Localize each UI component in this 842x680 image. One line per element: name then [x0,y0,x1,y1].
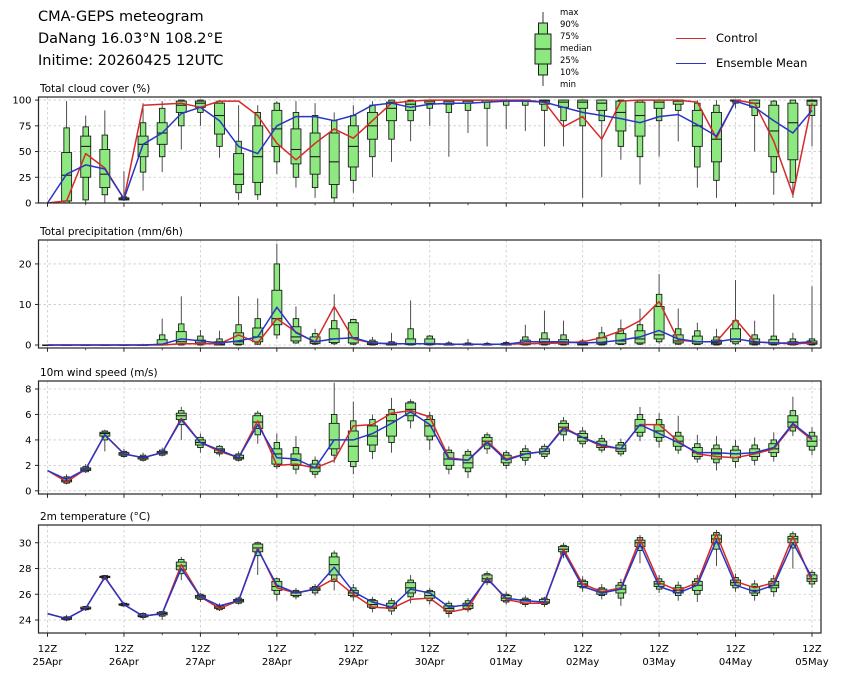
svg-text:8: 8 [25,385,31,396]
box-whisker-glyph-icon [530,8,556,90]
report-header: CMA-GEPS meteogram DaNang 16.03°N 108.2°… [38,6,223,72]
svg-text:29Apr: 29Apr [338,657,369,668]
panel-wind-speed: 0 2 4 6 8 10m wind speed (m/s) [25,367,821,498]
svg-text:12Z: 12Z [420,644,440,655]
legend-p25-label: 25% [560,56,579,66]
svg-text:28Apr: 28Apr [262,657,293,668]
legend-p90-label: 90% [560,20,579,30]
legend-p75-label: 75% [560,32,579,42]
axis-ticks [48,494,813,498]
svg-text:12Z: 12Z [191,644,211,655]
svg-text:12Z: 12Z [726,644,746,655]
svg-text:12Z: 12Z [496,644,516,655]
legend-p10-label: 10% [560,68,579,78]
svg-text:02May: 02May [566,657,599,668]
svg-text:28: 28 [19,564,32,575]
control-legend-entry: Control [676,30,758,46]
svg-text:0: 0 [25,486,31,497]
svg-text:12Z: 12Z [38,644,58,655]
svg-text:6: 6 [25,410,31,421]
panel-temperature: 24 26 28 30 2m temperature (°C) 12Z 25Apr 12Z 26… [19,511,829,668]
ensemble-mean-line-swatch-icon [676,63,706,64]
meteogram-chart: 0255075100Total cloud cover (%)01020Tota… [0,0,842,680]
grid [39,240,822,348]
ensemble-mean-legend-label: Ensemble Mean [716,56,807,70]
svg-text:26Apr: 26Apr [109,657,140,668]
page-title: CMA-GEPS meteogram [38,6,223,28]
svg-text:12Z: 12Z [649,644,669,655]
svg-text:12Z: 12Z [573,644,593,655]
svg-text:24: 24 [19,615,32,626]
control-line-swatch-icon [676,38,706,39]
grid [39,525,822,633]
box-plots [62,383,817,485]
panel-total-cloud-cover: 0 25 50 75 100 Total cloud cover (%) [12,83,821,210]
svg-text:4: 4 [25,435,31,446]
svg-text:12Z: 12Z [267,644,287,655]
svg-text:27Apr: 27Apr [185,657,216,668]
x-axis-labels: 12Z 25Apr 12Z 26Apr 12Z 27Apr 12Z 28Apr 12Z 29Apr… [32,644,828,668]
svg-text:25Apr: 25Apr [32,657,63,668]
y-axis-labels: 0 10 20 [19,259,39,351]
init-time: Initime: 20260425 12UTC [38,50,223,72]
svg-text:12Z: 12Z [114,644,134,655]
svg-text:03May: 03May [642,657,675,668]
axis-ticks [48,348,813,352]
axis-ticks [48,633,813,637]
axis-ticks [48,203,813,207]
panel-title: Total cloud cover (%) [39,83,150,95]
svg-text:20: 20 [19,259,32,270]
box-whisker-legend: max 90% 75% median 25% 10% min [530,8,640,90]
legend-max-label: max [560,8,579,18]
svg-text:30: 30 [19,538,32,549]
panel-title: Total precipitation (mm/6h) [39,226,183,238]
svg-text:26: 26 [19,590,32,601]
svg-text:30Apr: 30Apr [415,657,446,668]
svg-text:0: 0 [25,199,31,210]
svg-text:2: 2 [25,461,31,472]
svg-text:10: 10 [19,300,32,311]
station-location: DaNang 16.03°N 108.2°E [38,28,223,50]
svg-text:05May: 05May [795,657,828,668]
panel-title: 10m wind speed (m/s) [40,367,158,379]
svg-text:04May: 04May [719,657,752,668]
y-axis-labels: 0 2 4 6 8 [25,385,38,498]
svg-text:12Z: 12Z [344,644,364,655]
legend-min-label: min [560,80,576,90]
y-axis-labels: 24 26 28 30 [19,538,39,626]
svg-text:25: 25 [19,173,32,184]
svg-text:01May: 01May [489,657,522,668]
svg-text:75: 75 [19,121,32,132]
svg-text:50: 50 [19,147,32,158]
box-plots [62,530,817,621]
ensemble-mean-legend-entry: Ensemble Mean [676,55,807,71]
control-legend-label: Control [716,31,758,45]
y-axis-labels: 0 25 50 75 100 [12,96,38,210]
legend-median-label: median [560,44,592,54]
panel-title: 2m temperature (°C) [40,511,150,523]
svg-text:100: 100 [12,96,31,107]
panel-total-precipitation: 0 10 20 Total precipitation (mm/6h) [19,226,821,352]
svg-text:12Z: 12Z [802,644,822,655]
meteogram-page: CMA-GEPS meteogram DaNang 16.03°N 108.2°… [0,0,842,680]
svg-text:0: 0 [25,341,31,352]
